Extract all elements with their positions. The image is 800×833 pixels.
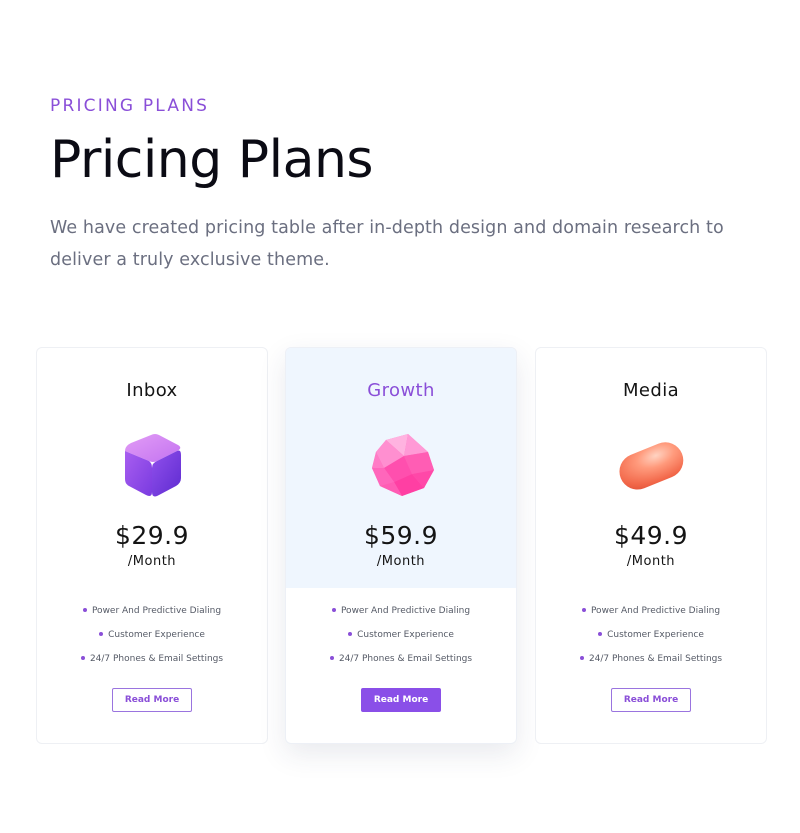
bullet-icon: [598, 631, 603, 636]
read-more-button[interactable]: Read More: [611, 688, 691, 712]
feature-item: 24/7 Phones & Email Settings: [286, 653, 516, 677]
bullet-icon: [80, 655, 85, 660]
feature-item: Power And Predictive Dialing: [37, 605, 267, 629]
read-more-button[interactable]: Read More: [112, 688, 192, 712]
feature-item: Customer Experience: [37, 629, 267, 653]
pricing-card-growth: Growth $59.9 /Month Power And Predictive…: [285, 347, 517, 744]
bullet-icon: [331, 607, 336, 612]
plan-name: Growth: [367, 380, 435, 401]
feature-item: 24/7 Phones & Email Settings: [37, 653, 267, 677]
bullet-icon: [579, 655, 584, 660]
feature-item: Customer Experience: [286, 629, 516, 653]
pricing-card-inbox: Inbox $29.9 /Month Power And Predictive …: [36, 347, 268, 744]
pricing-card-media: Media $49.9 /Month Power And Predictive …: [535, 347, 767, 744]
orange-capsule-icon: [614, 428, 688, 502]
plan-name: Media: [622, 380, 680, 401]
bullet-icon: [99, 631, 104, 636]
bullet-icon: [581, 607, 586, 612]
feature-list: Power And Predictive Dialing Customer Ex…: [37, 605, 267, 677]
section-eyebrow: PRICING PLANS: [50, 96, 210, 116]
section-subtitle: We have created pricing table after in-d…: [50, 218, 724, 270]
bullet-icon: [348, 631, 353, 636]
pink-gem-icon: [364, 428, 438, 502]
feature-item: Customer Experience: [536, 629, 766, 653]
feature-item: 24/7 Phones & Email Settings: [536, 653, 766, 677]
plan-period: /Month: [127, 554, 177, 569]
plan-name: Inbox: [126, 380, 178, 401]
bullet-icon: [329, 655, 334, 660]
plan-period: /Month: [626, 554, 676, 569]
page-title: Pricing Plans: [50, 130, 374, 190]
plan-price: $59.9: [363, 521, 439, 550]
bullet-icon: [82, 607, 87, 612]
purple-cube-icon: [115, 428, 189, 502]
plan-period: /Month: [376, 554, 426, 569]
feature-item: Power And Predictive Dialing: [286, 605, 516, 629]
feature-list: Power And Predictive Dialing Customer Ex…: [536, 605, 766, 677]
feature-list: Power And Predictive Dialing Customer Ex…: [286, 605, 516, 677]
plan-price: $29.9: [114, 521, 190, 550]
feature-item: Power And Predictive Dialing: [536, 605, 766, 629]
plan-price: $49.9: [613, 521, 689, 550]
read-more-button[interactable]: Read More: [361, 688, 441, 712]
